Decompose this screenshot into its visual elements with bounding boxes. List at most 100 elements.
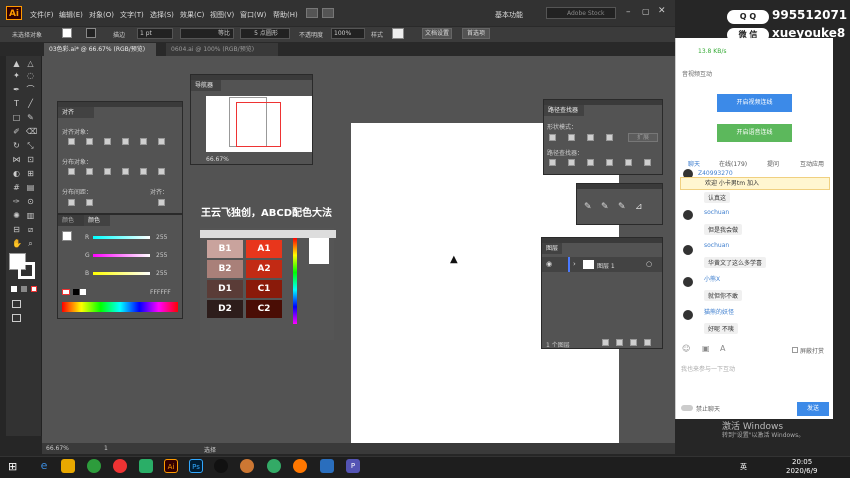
exclude-icon[interactable] [606, 134, 613, 141]
distribute-left-icon[interactable] [122, 168, 129, 175]
delete-layer-icon[interactable] [644, 339, 651, 346]
perspective-grid-tool-icon[interactable]: ⊞ [26, 170, 35, 178]
chrome-icon[interactable] [87, 459, 101, 473]
minimize-icon[interactable]: – [626, 7, 631, 17]
photoshop-taskbar-icon[interactable]: Ps [189, 459, 203, 473]
menu-edit[interactable]: 编辑(E) [59, 10, 83, 20]
slice-tool-icon[interactable]: ⧄ [26, 226, 35, 234]
distribute-hcenter-icon[interactable] [140, 168, 147, 175]
input-language[interactable]: 英 [740, 462, 747, 472]
column-graph-tool-icon[interactable]: ▥ [26, 212, 35, 220]
channel-b-value[interactable]: 255 [156, 270, 167, 277]
distribute-vspace-icon[interactable] [68, 199, 75, 206]
free-transform-tool-icon[interactable]: ⊡ [26, 156, 35, 164]
navigator-zoom-field[interactable]: 66.67% [206, 156, 229, 163]
paintbrush-tool-icon[interactable]: ✎ [26, 114, 35, 122]
collect-export-icon[interactable] [602, 339, 609, 346]
menu-window[interactable]: 窗口(W) [240, 10, 266, 20]
bridge-icon[interactable] [306, 8, 318, 18]
distribute-right-icon[interactable] [158, 168, 165, 175]
file-explorer-icon[interactable] [61, 459, 75, 473]
status-page-field[interactable]: 1 [104, 445, 108, 452]
stroke-swatch[interactable] [86, 28, 96, 38]
layer-row[interactable]: ◉ › 图层 1 ○ [542, 257, 662, 272]
document-setup-button[interactable]: 文档设置 [422, 28, 452, 39]
stroke-weight-field[interactable]: 1 pt [137, 28, 173, 39]
player-icon[interactable]: P [346, 459, 360, 473]
mesh-tool-icon[interactable]: # [12, 184, 21, 192]
firefox-icon[interactable] [293, 459, 307, 473]
distribute-hspace-icon[interactable] [86, 199, 93, 206]
edge-browser-icon[interactable]: e [37, 459, 51, 473]
video-connect-button[interactable]: 开启视频连线 [717, 94, 792, 112]
menu-view[interactable]: 视图(V) [210, 10, 234, 20]
rectangle-tool-icon[interactable]: □ [12, 114, 21, 122]
tab-questions[interactable]: 提问 [767, 159, 779, 168]
width-tool-icon[interactable]: ⋈ [12, 156, 21, 164]
brush-1-icon[interactable]: ✎ [584, 202, 592, 212]
pathfinder-tab[interactable]: 路径查找器 [544, 105, 584, 116]
artboard-tool-icon[interactable]: ⊟ [12, 226, 21, 234]
adobe-stock-search[interactable]: Adobe Stock [546, 7, 616, 19]
trim-icon[interactable] [568, 159, 575, 166]
wechat-icon[interactable] [139, 459, 153, 473]
crop-icon[interactable] [606, 159, 613, 166]
channel-g-value[interactable]: 255 [156, 252, 167, 259]
opacity-field[interactable]: 100% [331, 28, 365, 39]
layer-name[interactable]: 图层 1 [597, 261, 615, 270]
align-to-selection-icon[interactable] [158, 199, 165, 206]
line-tool-icon[interactable]: ╱ [26, 100, 35, 108]
menu-object[interactable]: 对象(O) [89, 10, 114, 20]
rotate-tool-icon[interactable]: ↻ [12, 142, 21, 150]
symbol-sprayer-tool-icon[interactable]: ✺ [12, 212, 21, 220]
menu-effect[interactable]: 效果(C) [180, 10, 204, 20]
variable-width-profile[interactable]: 等比 [180, 28, 234, 39]
black-swatch[interactable] [73, 289, 79, 295]
hand-tool-icon[interactable]: ✋ [12, 240, 22, 248]
clock-time[interactable]: 20:05 [792, 458, 812, 466]
magic-wand-tool-icon[interactable]: ✦ [12, 72, 21, 80]
align-top-icon[interactable] [122, 138, 129, 145]
tab-chat[interactable]: 聊天 [688, 159, 700, 168]
maximize-icon[interactable]: ▢ [642, 7, 650, 16]
menu-help[interactable]: 帮助(H) [273, 10, 298, 20]
font-icon[interactable]: A [720, 344, 725, 353]
brush-4-icon[interactable]: ⊿ [635, 202, 643, 212]
color-spectrum[interactable] [62, 302, 178, 312]
voice-connect-button[interactable]: 开启语音连线 [717, 124, 792, 142]
graphic-style-swatch[interactable] [392, 28, 404, 39]
none-mode-icon[interactable] [31, 286, 37, 292]
color-mode-icon[interactable] [11, 286, 17, 292]
image-icon[interactable]: ▣ [702, 344, 710, 353]
panel-header[interactable] [577, 184, 662, 189]
start-windows-icon[interactable]: ⊞ [8, 460, 17, 473]
tab-online[interactable]: 在线(179) [719, 159, 747, 168]
eraser-tool-icon[interactable]: ⌫ [26, 128, 37, 136]
send-button[interactable]: 发送 [797, 402, 829, 416]
clock-date[interactable]: 2020/6/9 [786, 467, 817, 475]
qq-icon[interactable] [214, 459, 228, 473]
workspace-switcher[interactable]: 基本功能 [495, 10, 523, 20]
fill-swatch[interactable] [62, 28, 72, 38]
align-middle-icon[interactable] [140, 138, 147, 145]
align-left-icon[interactable] [68, 138, 75, 145]
shaper-tool-icon[interactable]: ✐ [12, 128, 21, 136]
hex-field[interactable]: FFFFFF [150, 289, 171, 296]
color-fill-indicator[interactable] [62, 231, 72, 241]
lasso-tool-icon[interactable]: ◌ [26, 72, 35, 80]
arrange-documents-icon[interactable] [322, 8, 334, 18]
brush-definition[interactable]: 5 点圆形 [240, 28, 290, 39]
scale-tool-icon[interactable]: ⤡ [26, 142, 35, 150]
channel-g-slider[interactable] [93, 254, 150, 257]
visibility-eye-icon[interactable]: ◉ [546, 260, 552, 268]
expand-button[interactable]: 扩展 [628, 133, 658, 142]
gradient-mode-icon[interactable] [21, 286, 27, 292]
color-guide-tab[interactable]: 颜色 [58, 215, 84, 226]
align-bottom-icon[interactable] [158, 138, 165, 145]
brush-2-icon[interactable]: ✎ [601, 202, 609, 212]
unite-icon[interactable] [549, 134, 556, 141]
distribute-top-icon[interactable] [68, 168, 75, 175]
channel-r-value[interactable]: 255 [156, 234, 167, 241]
status-zoom-field[interactable]: 66.67% [46, 445, 69, 452]
block-reward-checkbox[interactable] [792, 347, 798, 353]
